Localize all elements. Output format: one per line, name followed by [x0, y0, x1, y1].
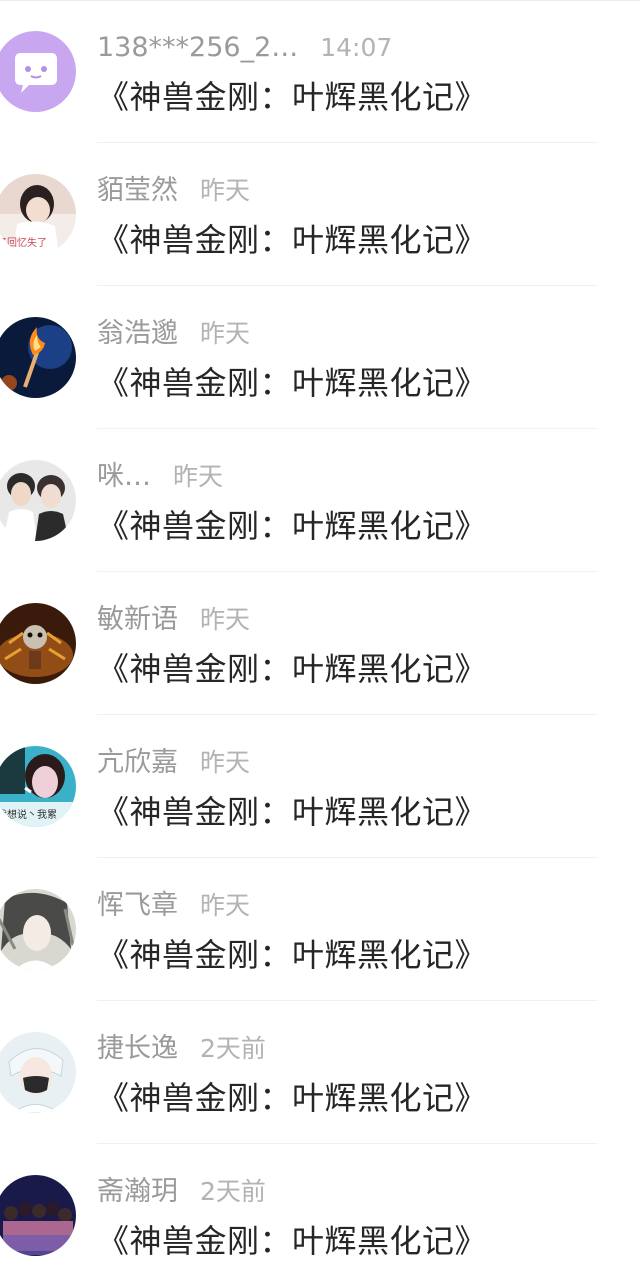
dark-creature-avatar[interactable] [0, 603, 76, 684]
burning-match-avatar[interactable] [0, 317, 76, 398]
anime-boy-avatar[interactable] [0, 889, 76, 970]
two-boys-avatar[interactable] [0, 460, 76, 541]
list-item[interactable]: 恽飞章 昨天 《神兽金刚：叶辉黑化记》 [0, 858, 640, 1001]
timestamp: 14:07 [320, 33, 393, 62]
timestamp: 昨天 [200, 891, 251, 920]
sender-line: 亢欣嘉 昨天 [97, 745, 250, 781]
sender-name: 138***256_2… [97, 32, 299, 63]
sender-name: 斋瀚玥 [97, 1176, 178, 1207]
list-item[interactable]: 斋瀚玥 2天前 《神兽金刚：叶辉黑化记》 [0, 1144, 640, 1287]
sender-name: 捷长逸 [97, 1033, 178, 1064]
sender-line: 咪… 昨天 [97, 459, 223, 495]
avatar-caption: 我想说丶我累 [0, 808, 57, 821]
timestamp: 昨天 [200, 319, 251, 348]
sender-line: 138***256_2… 14:07 [97, 30, 392, 66]
message-text: 《神兽金刚：叶辉黑化记》 [97, 78, 488, 116]
sender-name: 敏新语 [97, 604, 178, 635]
girl-photo-avatar[interactable]: 了回忆失了 [0, 174, 76, 255]
robot-chat-avatar[interactable] [0, 31, 76, 112]
list-item[interactable]: 捷长逸 2天前 《神兽金刚：叶辉黑化记》 [0, 1001, 640, 1144]
message-text: 《神兽金刚：叶辉黑化记》 [97, 936, 488, 974]
sender-name: 咪… [97, 461, 151, 492]
girl-smoking-avatar[interactable]: 我想说丶我累 [0, 746, 76, 827]
sender-line: 翁浩邈 昨天 [97, 316, 250, 352]
message-text: 《神兽金刚：叶辉黑化记》 [97, 793, 488, 831]
list-item[interactable]: 敏新语 昨天 《神兽金刚：叶辉黑化记》 [0, 572, 640, 715]
message-text: 《神兽金刚：叶辉黑化记》 [97, 1222, 488, 1260]
sender-line: 捷长逸 2天前 [97, 1031, 266, 1067]
avatar-caption: 了回忆失了 [0, 236, 47, 249]
timestamp: 昨天 [200, 176, 251, 205]
list-item[interactable]: 我想说丶我累 亢欣嘉 昨天 《神兽金刚：叶辉黑化记》 [0, 715, 640, 858]
list-item[interactable]: 了回忆失了 貊莹然 昨天 《神兽金刚：叶辉黑化记》 [0, 143, 640, 286]
sender-line: 恽飞章 昨天 [97, 888, 250, 924]
sender-line: 貊莹然 昨天 [97, 173, 250, 209]
list-item[interactable]: 138***256_2… 14:07 《神兽金刚：叶辉黑化记》 [0, 0, 640, 143]
sender-name: 翁浩邈 [97, 318, 178, 349]
sender-line: 斋瀚玥 2天前 [97, 1174, 266, 1210]
sender-name: 貊莹然 [97, 175, 178, 206]
timestamp: 昨天 [200, 605, 251, 634]
message-text: 《神兽金刚：叶辉黑化记》 [97, 1079, 488, 1117]
message-text: 《神兽金刚：叶辉黑化记》 [97, 650, 488, 688]
timestamp: 2天前 [200, 1034, 266, 1063]
group-photo-avatar[interactable] [0, 1175, 76, 1256]
list-item[interactable]: 咪… 昨天 《神兽金刚：叶辉黑化记》 [0, 429, 640, 572]
masked-boy-avatar[interactable] [0, 1032, 76, 1113]
timestamp: 昨天 [200, 748, 251, 777]
sender-line: 敏新语 昨天 [97, 602, 250, 638]
list-item[interactable]: 翁浩邈 昨天 《神兽金刚：叶辉黑化记》 [0, 286, 640, 429]
timestamp: 2天前 [200, 1177, 266, 1206]
message-text: 《神兽金刚：叶辉黑化记》 [97, 221, 488, 259]
message-text: 《神兽金刚：叶辉黑化记》 [97, 507, 488, 545]
sender-name: 亢欣嘉 [97, 747, 178, 778]
timestamp: 昨天 [173, 462, 224, 491]
message-text: 《神兽金刚：叶辉黑化记》 [97, 364, 488, 402]
sender-name: 恽飞章 [97, 890, 178, 921]
